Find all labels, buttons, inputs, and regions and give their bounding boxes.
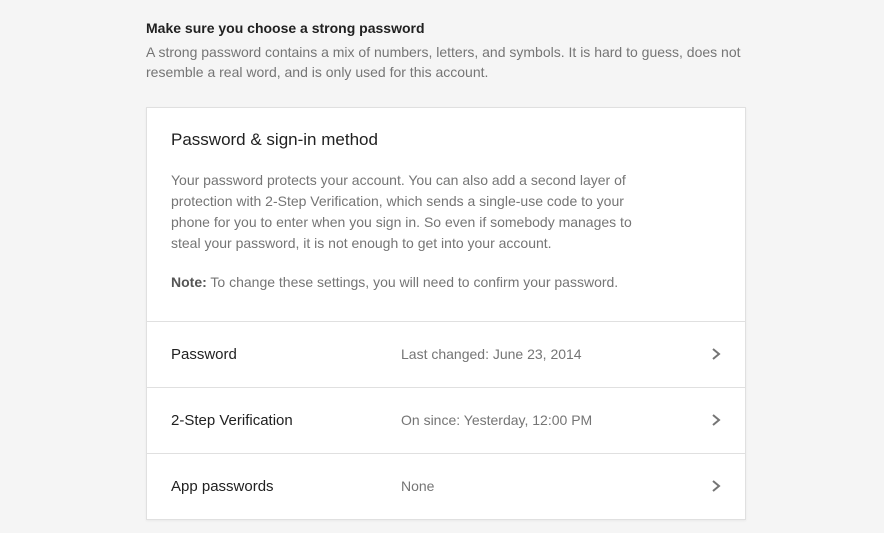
card-note: Note: To change these settings, you will… [171,272,721,293]
two-step-verification-row[interactable]: 2-Step Verification On since: Yesterday,… [147,387,745,453]
app-passwords-row[interactable]: App passwords None [147,453,745,519]
intro-body: A strong password contains a mix of numb… [146,42,746,83]
card-description: Your password protects your account. You… [171,170,641,254]
password-row[interactable]: Password Last changed: June 23, 2014 [147,321,745,387]
signin-card: Password & sign-in method Your password … [146,107,746,520]
chevron-right-icon [711,347,721,361]
app-passwords-value: None [401,478,711,494]
chevron-right-icon [711,479,721,493]
password-value: Last changed: June 23, 2014 [401,346,711,362]
intro-title: Make sure you choose a strong password [146,20,746,36]
app-passwords-label: App passwords [171,478,401,495]
password-label: Password [171,346,401,363]
card-header: Password & sign-in method Your password … [147,108,745,321]
card-title: Password & sign-in method [171,130,721,150]
settings-page: Make sure you choose a strong password A… [0,0,884,520]
chevron-right-icon [711,413,721,427]
card-note-text: To change these settings, you will need … [207,274,618,290]
intro-section: Make sure you choose a strong password A… [146,20,746,83]
two-step-label: 2-Step Verification [171,412,401,429]
two-step-value: On since: Yesterday, 12:00 PM [401,412,711,428]
card-note-label: Note: [171,274,207,290]
